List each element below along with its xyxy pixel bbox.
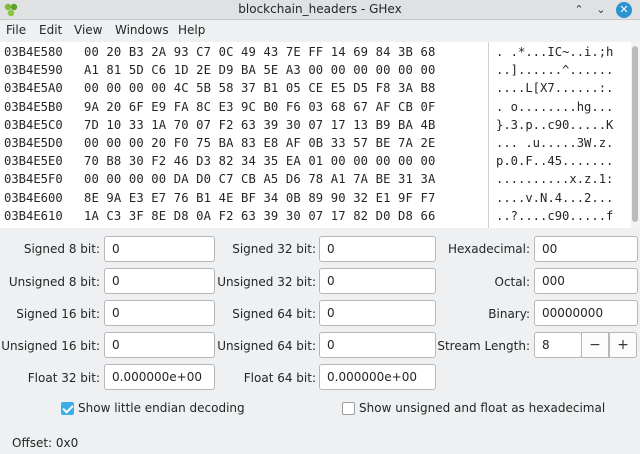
hex-row-ascii[interactable]: }.3.p..c90.....K — [496, 118, 613, 132]
window-title: blockchain_headers - GHex — [238, 2, 402, 16]
hexadecimal-label: Hexadecimal: — [447, 242, 530, 256]
hex-view[interactable]: 03B4E580 00 20 B3 2A 93 C7 0C 49 43 7E FF… — [0, 42, 640, 228]
hex-row-bytes[interactable]: 00 00 00 20 F0 75 BA 83 E8 AF 0B 33 57 B… — [84, 136, 435, 150]
unsigned-8-field[interactable]: 0 — [104, 268, 215, 294]
hex-row-ascii[interactable]: ..]......^...... — [496, 63, 613, 77]
hex-row-address: 03B4E5E0 — [4, 154, 63, 169]
little-endian-checkbox[interactable] — [61, 402, 74, 415]
stream-length-field[interactable]: 8 — [534, 332, 582, 358]
float-32-field[interactable]: 0.000000e+00 — [104, 364, 215, 390]
hex-row-ascii[interactable]: . o........hg... — [496, 100, 613, 114]
hex-row-bytes[interactable]: 00 20 B3 2A 93 C7 0C 49 43 7E FF 14 69 8… — [84, 45, 435, 59]
menu-bar: File Edit View Windows Help — [0, 20, 640, 42]
minimize-icon[interactable]: ⌃ — [570, 1, 588, 19]
stream-length-increment-button[interactable]: + — [609, 332, 637, 358]
unsigned-64-label: Unsigned 64 bit: — [217, 339, 316, 353]
hex-row-address: 03B4E590 — [4, 63, 63, 78]
float-64-label: Float 64 bit: — [243, 371, 316, 385]
menu-view[interactable]: View — [74, 23, 102, 37]
hex-row-bytes[interactable]: 70 B8 30 F2 46 D3 82 34 35 EA 01 00 00 0… — [84, 154, 435, 168]
hex-row-address: 03B4E5D0 — [4, 136, 63, 150]
hex-row-bytes[interactable]: 7D 10 33 1A 70 07 F2 63 39 30 07 17 13 B… — [84, 118, 435, 132]
close-icon[interactable]: ✕ — [616, 2, 632, 18]
unsigned-hex-checkbox[interactable] — [342, 402, 355, 415]
hex-row-ascii[interactable]: . .*...IC~..i.;h — [496, 45, 613, 59]
hex-row-bytes[interactable]: A1 81 5D C6 1D 2E D9 BA 5E A3 00 00 00 0… — [84, 63, 435, 77]
maximize-icon[interactable]: ⌄ — [592, 1, 610, 19]
binary-label: Binary: — [488, 307, 530, 321]
unsigned-8-label: Unsigned 8 bit: — [8, 275, 100, 289]
hex-row-ascii[interactable]: ....L[X7......:. — [496, 81, 613, 95]
stream-length-label: Stream Length: — [437, 339, 530, 353]
unsigned-32-label: Unsigned 32 bit: — [217, 275, 316, 289]
signed-32-label: Signed 32 bit: — [232, 242, 316, 256]
offset-status: Offset: 0x0 — [12, 436, 79, 450]
hex-row-address: 03B4E610 — [4, 208, 63, 223]
unsigned-32-field[interactable]: 0 — [319, 268, 436, 294]
hex-row-ascii[interactable]: p.0.F..45....... — [496, 154, 613, 168]
float-64-field[interactable]: 0.000000e+00 — [319, 364, 436, 390]
signed-16-field[interactable]: 0 — [104, 300, 215, 326]
signed-8-label: Signed 8 bit: — [23, 242, 100, 256]
title-bar: blockchain_headers - GHex ⌃ ⌄ ✕ — [0, 0, 640, 20]
hex-row-address: 03B4E580 — [4, 45, 63, 59]
signed-32-field[interactable]: 0 — [319, 236, 436, 262]
unsigned-16-label: Unsigned 16 bit: — [1, 339, 100, 353]
hex-row-bytes[interactable]: 00 00 00 00 DA D0 C7 CB A5 D6 78 A1 7A B… — [84, 172, 435, 186]
little-endian-label[interactable]: Show little endian decoding — [78, 401, 245, 415]
menu-windows[interactable]: Windows — [115, 23, 169, 37]
unsigned-16-field[interactable]: 0 — [104, 332, 215, 358]
hex-row-ascii[interactable]: ..........x.z.1: — [496, 172, 613, 186]
column-divider — [488, 42, 489, 228]
unsigned-64-field[interactable]: 0 — [319, 332, 436, 358]
menu-edit[interactable]: Edit — [39, 23, 62, 37]
float-32-label: Float 32 bit: — [27, 371, 100, 385]
hex-row-ascii[interactable]: ... .u.....3W.z. — [496, 136, 613, 150]
hex-row-bytes[interactable]: 1A C3 3F 8E D8 0A F2 63 39 30 07 17 82 D… — [84, 209, 435, 223]
hex-row-ascii[interactable]: ..?....c90.....f — [496, 209, 613, 223]
signed-8-field[interactable]: 0 — [104, 236, 215, 262]
hex-row-address: 03B4E5A0 — [4, 81, 63, 96]
stream-length-decrement-button[interactable]: − — [581, 332, 609, 358]
hex-row-bytes[interactable]: 9A 20 6F E9 FA 8C E3 9C B0 F6 03 68 67 A… — [84, 100, 435, 114]
signed-64-label: Signed 64 bit: — [232, 307, 316, 321]
menu-help[interactable]: Help — [178, 23, 205, 37]
scrollbar-thumb[interactable] — [632, 46, 638, 222]
hex-row-address: 03B4E5F0 — [4, 172, 63, 187]
signed-16-label: Signed 16 bit: — [16, 307, 100, 321]
menu-file[interactable]: File — [6, 23, 26, 37]
hex-row-address: 03B4E5C0 — [4, 117, 63, 132]
hex-row-bytes[interactable]: 8E 9A E3 E7 76 B1 4E BF 34 0B 89 90 32 E… — [84, 191, 435, 205]
hex-row-bytes[interactable]: 00 00 00 00 4C 5B 58 37 B1 05 CE E5 D5 F… — [84, 81, 435, 95]
hex-row-ascii[interactable]: ....v.N.4...2... — [496, 191, 613, 205]
signed-64-field[interactable]: 0 — [319, 300, 436, 326]
hex-row-address: 03B4E5B0 — [4, 99, 63, 114]
hexadecimal-field[interactable]: 00 — [534, 236, 638, 262]
unsigned-hex-label[interactable]: Show unsigned and float as hexadecimal — [359, 401, 605, 415]
octal-field[interactable]: 000 — [534, 268, 638, 294]
octal-label: Octal: — [494, 275, 530, 289]
vertical-scrollbar[interactable] — [631, 42, 640, 228]
hex-row-address: 03B4E600 — [4, 190, 63, 205]
binary-field[interactable]: 00000000 — [534, 300, 638, 326]
